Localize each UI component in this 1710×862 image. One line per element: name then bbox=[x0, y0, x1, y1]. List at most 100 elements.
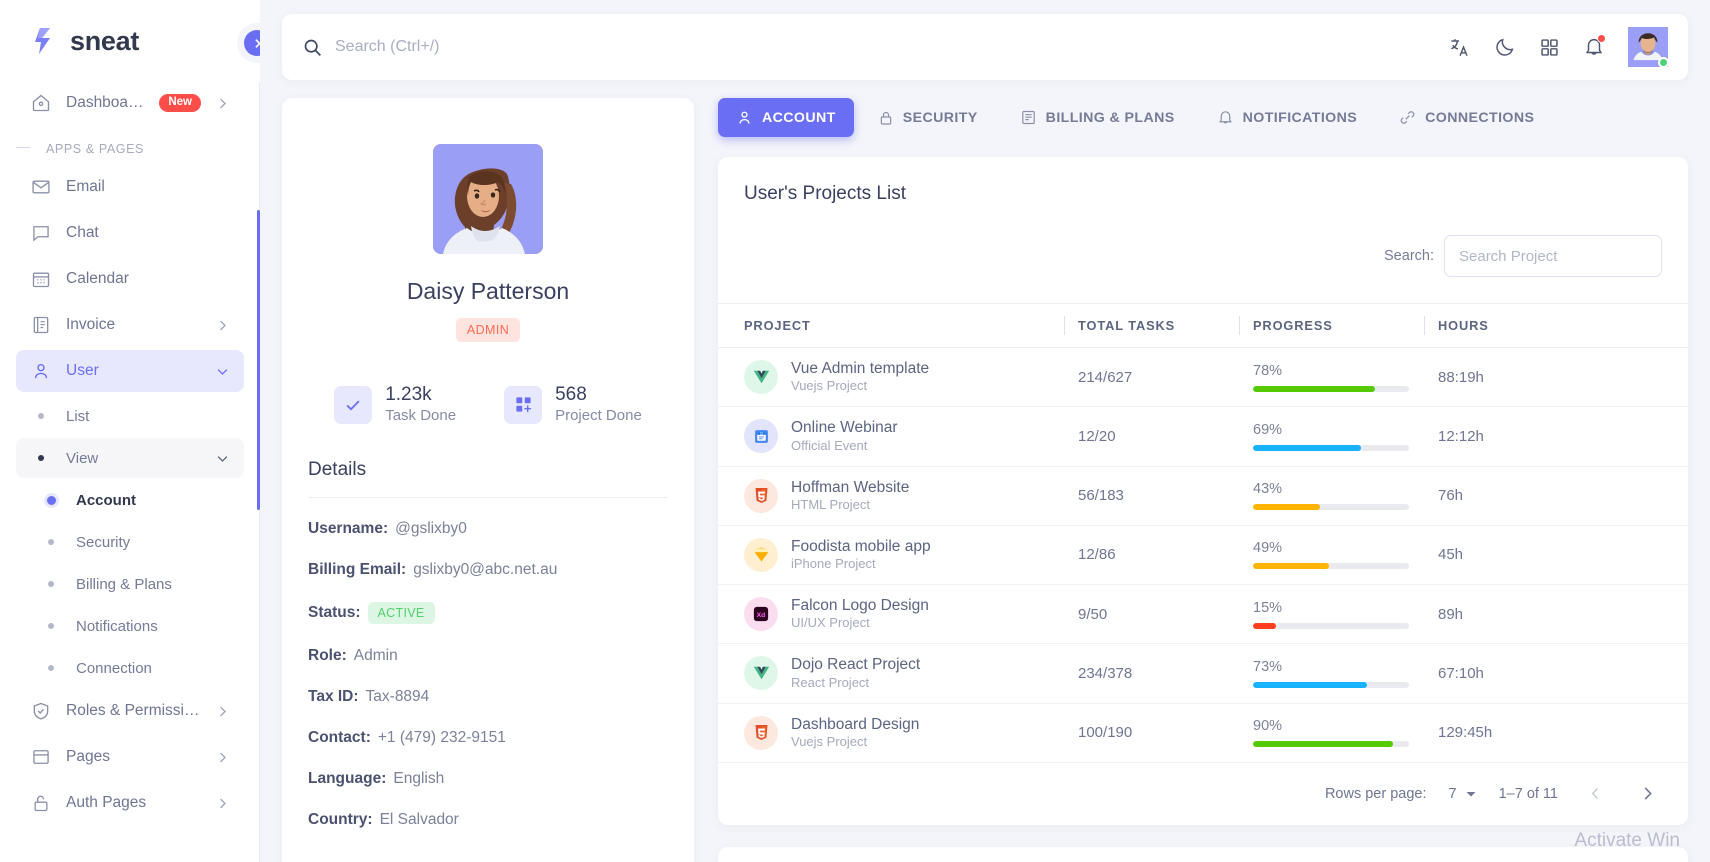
detail-value: Tax-8894 bbox=[365, 688, 430, 706]
html5-icon bbox=[744, 715, 778, 750]
detail-row-contact: Contact: +1 (479) 232-9151 bbox=[308, 729, 668, 747]
chevron-right-icon bbox=[215, 96, 230, 111]
cell-hours: 12:12h bbox=[1438, 406, 1688, 467]
chevron-right-icon bbox=[215, 796, 230, 811]
profile-stats: 1.23k Task Done 568 Project Done bbox=[308, 384, 668, 425]
tab-security[interactable]: SECURITY bbox=[860, 99, 996, 137]
project-subtitle: UI/UX Project bbox=[791, 615, 870, 631]
chevron-right-icon[interactable] bbox=[1632, 779, 1662, 809]
progress-fill bbox=[1253, 504, 1321, 511]
sidebar-item-user-view[interactable]: View bbox=[16, 438, 244, 478]
tab-label: SECURITY bbox=[902, 109, 978, 126]
progress-track bbox=[1253, 741, 1409, 748]
chat-icon bbox=[30, 222, 52, 244]
bullet-icon bbox=[30, 455, 52, 461]
table-row[interactable]: Hoffman Website HTML Project 56/183 43% bbox=[718, 466, 1688, 526]
translate-icon[interactable] bbox=[1448, 36, 1471, 59]
table-row[interactable]: Foodista mobile app iPhone Project 12/86… bbox=[718, 525, 1688, 586]
table-row[interactable]: Dashboard Design Vuejs Project 100/190 9… bbox=[718, 703, 1688, 763]
column-header-hours[interactable]: HOURS bbox=[1424, 303, 1688, 348]
project-name: Dashboard Design bbox=[791, 715, 920, 733]
progress-label: 73% bbox=[1253, 658, 1283, 675]
sidebar-item-label: Roles & Permissio... bbox=[66, 702, 201, 719]
cell-project: Dashboard Design Vuejs Project bbox=[718, 703, 1078, 763]
sidebar-item-view-connection[interactable]: Connection bbox=[16, 648, 244, 688]
document-icon bbox=[1020, 109, 1037, 126]
sidebar-item-label: Connection bbox=[76, 659, 152, 677]
avatar[interactable] bbox=[1628, 27, 1669, 68]
progress-fill bbox=[1253, 563, 1330, 570]
table-row[interactable]: Dojo React Project React Project 234/378… bbox=[718, 643, 1688, 704]
detail-key: Tax ID: bbox=[308, 688, 359, 706]
stat-project-done: 568 Project Done bbox=[504, 384, 642, 425]
chevron-left-icon[interactable] bbox=[1580, 779, 1610, 809]
table-row[interactable]: 31 Online Webinar Official Event 12/20 6… bbox=[718, 406, 1688, 467]
tab-billing-plans[interactable]: BILLING & PLANS bbox=[1002, 98, 1193, 137]
table-row[interactable]: Xd Falcon Logo Design UI/UX Project 9/50 bbox=[718, 584, 1688, 645]
detail-value: +1 (479) 232-9151 bbox=[377, 729, 506, 747]
svg-text:Xd: Xd bbox=[757, 612, 766, 619]
google-calendar-icon: 31 bbox=[744, 419, 778, 454]
projects-table: PROJECT TOTAL TASKS PROGRESS HOURS Vue A… bbox=[718, 303, 1688, 763]
grid-apps-icon[interactable] bbox=[1539, 37, 1560, 58]
search-icon[interactable] bbox=[302, 37, 323, 58]
sidebar-item-calendar[interactable]: Calendar bbox=[16, 258, 244, 300]
brand[interactable]: sneat bbox=[0, 0, 260, 82]
progress-fill bbox=[1253, 444, 1361, 451]
sidebar-item-user[interactable]: User bbox=[16, 350, 244, 392]
bell-icon bbox=[1217, 109, 1234, 126]
progress-track bbox=[1253, 444, 1409, 451]
detail-row-username: Username: @gslixby0 bbox=[308, 520, 668, 538]
app-root: sneat Dashboards New APPS & PAGES Email … bbox=[0, 0, 1710, 862]
column-header-project[interactable]: PROJECT bbox=[718, 303, 1078, 348]
sidebar-item-view-security[interactable]: Security bbox=[16, 522, 244, 562]
cell-progress: 69% bbox=[1253, 406, 1438, 467]
rows-per-page-select[interactable]: 7 bbox=[1449, 786, 1477, 802]
cell-total-tasks: 100/190 bbox=[1078, 703, 1253, 763]
tab-notifications[interactable]: NOTIFICATIONS bbox=[1199, 98, 1376, 137]
cell-total-tasks: 12/20 bbox=[1078, 406, 1253, 467]
table-pagination: Rows per page: 7 1–7 of 11 bbox=[718, 763, 1688, 825]
sidebar-item-roles-permissions[interactable]: Roles & Permissio... bbox=[16, 690, 244, 732]
project-subtitle: Vuejs Project bbox=[791, 378, 868, 394]
sidebar-item-view-billing-plans[interactable]: Billing & Plans bbox=[16, 564, 244, 604]
tab-label: BILLING & PLANS bbox=[1045, 109, 1175, 126]
project-subtitle: HTML Project bbox=[791, 496, 870, 512]
sidebar-item-auth-pages[interactable]: Auth Pages bbox=[16, 782, 244, 824]
progress-label: 78% bbox=[1253, 362, 1283, 379]
global-search[interactable] bbox=[302, 37, 1448, 58]
search-input[interactable] bbox=[335, 38, 1448, 56]
sidebar-item-label: Billing & Plans bbox=[76, 575, 172, 593]
sidebar-item-view-account[interactable]: Account bbox=[16, 480, 244, 520]
details-title: Details bbox=[308, 425, 668, 499]
table-row[interactable]: Vue Admin template Vuejs Project 214/627… bbox=[718, 347, 1688, 408]
sidebar-item-view-notifications[interactable]: Notifications bbox=[16, 606, 244, 646]
topbar-icons bbox=[1448, 27, 1669, 68]
column-header-progress[interactable]: PROGRESS bbox=[1239, 303, 1438, 348]
sidebar-item-chat[interactable]: Chat bbox=[16, 212, 244, 254]
sidebar-item-email[interactable]: Email bbox=[16, 166, 244, 208]
project-name: Dojo React Project bbox=[791, 656, 921, 674]
progress-label: 15% bbox=[1253, 599, 1283, 616]
sidebar-item-dashboards[interactable]: Dashboards New bbox=[16, 82, 244, 124]
brand-name: sneat bbox=[70, 25, 140, 56]
new-badge: New bbox=[159, 94, 201, 112]
sidebar-item-pages[interactable]: Pages bbox=[16, 736, 244, 778]
sidebar-item-user-list[interactable]: List bbox=[16, 396, 244, 436]
tab-connections[interactable]: CONNECTIONS bbox=[1381, 98, 1552, 137]
bell-icon[interactable] bbox=[1583, 34, 1606, 58]
cell-progress: 73% bbox=[1253, 643, 1438, 704]
sidebar-item-invoice[interactable]: Invoice bbox=[16, 304, 244, 346]
column-header-total-tasks[interactable]: TOTAL TASKS bbox=[1064, 303, 1253, 348]
sidebar-item-label: Pages bbox=[66, 748, 110, 765]
bullet-icon bbox=[40, 495, 62, 505]
chevron-right-icon bbox=[215, 318, 230, 333]
project-subtitle: React Project bbox=[791, 674, 870, 690]
projects-search-input[interactable] bbox=[1444, 235, 1662, 277]
progress-fill bbox=[1253, 385, 1375, 392]
moon-icon[interactable] bbox=[1494, 36, 1516, 58]
right-column: ACCOUNT SECURITY BILLING & PLANS NOTIFIC… bbox=[718, 98, 1688, 862]
tab-account[interactable]: ACCOUNT bbox=[718, 98, 854, 137]
timeline-card: User Activity Timeline bbox=[718, 846, 1688, 862]
progress-label: 69% bbox=[1253, 421, 1283, 438]
